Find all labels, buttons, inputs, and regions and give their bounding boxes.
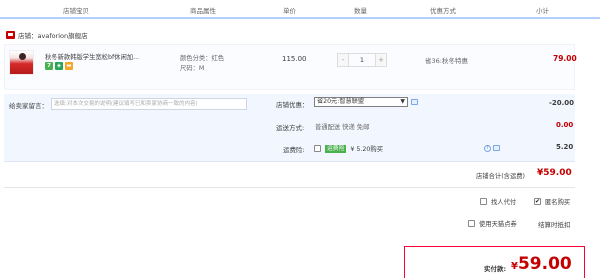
service-badges: 7 ◈ ▬ (45, 62, 73, 70)
tmall-points-checkbox[interactable] (468, 220, 475, 227)
dropdown-arrow-icon: ▼ (400, 98, 405, 105)
shop-discount-amount: -20.00 (549, 99, 575, 107)
col-attributes: 商品属性 (190, 7, 216, 15)
currency-symbol: ¥ (511, 261, 518, 272)
message-label: 给卖家留言： (9, 102, 48, 110)
shipping-method: 普通配送 快递 免邮 (315, 124, 370, 131)
quantity-input[interactable]: 1 (349, 53, 375, 67)
proxy-pay-option: 找人代付 (480, 197, 516, 206)
col-discount: 优惠方式 (430, 7, 456, 15)
unit-price: 115.00 (282, 55, 307, 63)
help-icon[interactable]: ? (484, 145, 491, 152)
shop-total-label: 店铺合计(含运费) (476, 173, 525, 180)
seven-day-return-icon[interactable]: 7 (45, 62, 53, 70)
col-subtotal: 小计 (536, 7, 549, 15)
insurance-amount: 5.20 (556, 143, 574, 151)
quantity-stepper: - 1 + (337, 53, 387, 67)
item-subtotal: 79.00 (553, 54, 577, 63)
message-input[interactable]: 选填:对本次交易的说明(建议填写已和卖家协商一致的内容) (51, 98, 247, 110)
insurance-badge: 运费险 (325, 144, 347, 153)
tmall-points-label[interactable]: 使用天猫点券 (479, 219, 517, 228)
shop-discount-label: 店铺优惠： (276, 101, 309, 109)
shop-icon (6, 31, 15, 39)
anonymous-label[interactable]: 匿名购买 (545, 197, 570, 206)
chat-icon[interactable] (411, 99, 418, 105)
increase-button[interactable]: + (375, 53, 387, 67)
attr-size: 尺码：M (180, 65, 205, 72)
col-unit-price: 单价 (283, 7, 296, 15)
attr-color: 颜色分类：红色 (180, 55, 225, 62)
anonymous-checkbox[interactable] (534, 198, 541, 205)
decrease-button[interactable]: - (337, 53, 349, 67)
proxy-pay-label[interactable]: 找人代付 (491, 197, 516, 206)
tmall-points-option: 使用天猫点券 (468, 219, 517, 228)
pay-amount-value: 59.00 (517, 254, 572, 274)
product-title[interactable]: 秋冬新款韩版学生宽松bf休闲加... (45, 52, 161, 61)
divider (4, 187, 575, 188)
column-header: 店铺宝贝 商品属性 单价 数量 优惠方式 小计 (0, 0, 600, 19)
shipping-amount: 0.00 (556, 121, 574, 129)
anonymous-option: 匿名购买 (534, 197, 570, 206)
col-shop-item: 店铺宝贝 (63, 7, 89, 15)
insurance-price: ¥ 5.20购买 (350, 146, 384, 153)
insurance-option: 运费险 ¥ 5.20购买 (314, 144, 383, 153)
shop-row: 店铺：avaforion旗舰店 (6, 29, 88, 41)
chat-icon-2[interactable] (493, 145, 500, 151)
shop-discount-value: 省20元:智慧联盟 (317, 98, 365, 105)
card-payment-icon[interactable]: ▬ (65, 62, 73, 70)
insurance-label: 运费险: (283, 146, 305, 154)
settle-text: 结算时抵扣 (538, 221, 571, 229)
col-quantity: 数量 (354, 7, 367, 15)
shipping-label: 运送方式: (276, 124, 305, 132)
pay-amount: ¥59.00 (511, 254, 572, 274)
shop-discount-select[interactable]: 省20元:智慧联盟 ▼ (314, 97, 408, 107)
shop-name[interactable]: 店铺：avaforion旗舰店 (18, 30, 88, 40)
promo-text: 省36:秋冬特惠 (425, 57, 468, 65)
shop-total: ¥59.00 (537, 168, 572, 178)
insurance-checkbox[interactable] (314, 145, 321, 152)
pay-label: 实付款: (484, 265, 507, 273)
guarantee-icon[interactable]: ◈ (55, 62, 63, 70)
product-thumbnail[interactable] (9, 50, 34, 75)
cart-item-row (4, 44, 575, 90)
proxy-pay-checkbox[interactable] (480, 198, 487, 205)
